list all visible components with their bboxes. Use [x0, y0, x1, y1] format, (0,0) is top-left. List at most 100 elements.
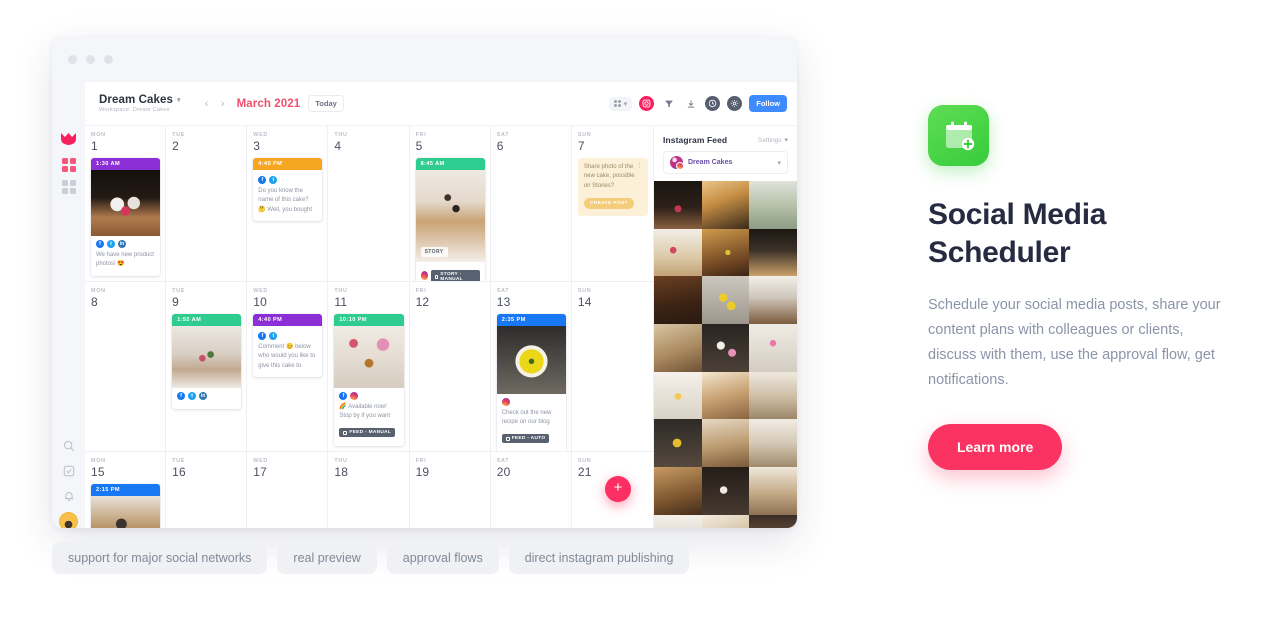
- grid-icon: [61, 157, 76, 172]
- day-cell-8[interactable]: MON 8: [85, 282, 167, 451]
- instagram-filter-button[interactable]: [639, 96, 655, 111]
- instagram-photo-tile[interactable]: [701, 324, 750, 372]
- day-of-week-label: WED: [253, 458, 268, 464]
- day-number: 16: [172, 465, 186, 479]
- sidebar-item-add-workspace[interactable]: [61, 179, 76, 194]
- more-options-icon[interactable]: ⋮: [637, 162, 644, 169]
- add-post-fab[interactable]: +: [605, 476, 631, 502]
- history-button[interactable]: [705, 96, 721, 111]
- follow-button[interactable]: Follow: [749, 95, 787, 112]
- instagram-photo-tile[interactable]: [701, 276, 750, 324]
- feature-tag[interactable]: approval flows: [386, 542, 499, 574]
- day-of-week-label: FRI: [415, 288, 427, 294]
- brand-logo-icon[interactable]: [60, 132, 77, 146]
- day-cell-5[interactable]: FRI 5 8:45 AM STORY STORY - MANUAL: [410, 126, 491, 281]
- instagram-photo-tile[interactable]: [654, 419, 702, 467]
- post-time: 1:30 AM: [91, 158, 161, 170]
- instagram-photo-tile[interactable]: [749, 324, 797, 372]
- day-of-week-label: THU: [334, 132, 348, 138]
- instagram-photo-tile[interactable]: [701, 419, 750, 468]
- instagram-photo-tile[interactable]: [749, 419, 797, 468]
- day-cell-1[interactable]: MON 1 1:30 AM f t in We have new product…: [85, 126, 167, 281]
- day-cell-17[interactable]: WED 17: [247, 452, 329, 528]
- day-cell-13[interactable]: SAT 13 2:35 PM Check out the new recipe …: [491, 282, 572, 451]
- day-of-week-label: THU: [334, 458, 348, 464]
- instagram-photo-tile[interactable]: [749, 371, 797, 420]
- view-mode-select[interactable]: ▾: [608, 96, 633, 111]
- workspace-switcher[interactable]: Dream Cakes ▾ Workspace: Dream Cakes: [99, 94, 181, 113]
- post-card[interactable]: 4:40 PM f t Comment 😊 below who would yo…: [253, 314, 323, 377]
- day-cell-10[interactable]: WED 10 4:40 PM f t Comment 😊 below who w…: [247, 282, 329, 451]
- day-cell-12[interactable]: FRI 12: [410, 282, 491, 451]
- post-card[interactable]: 4:40 PM f t Do you know the name of this…: [253, 158, 323, 221]
- window-maximize-dot[interactable]: [104, 54, 113, 64]
- today-button[interactable]: Today: [308, 95, 344, 112]
- post-card[interactable]: 2:15 PM: [91, 484, 161, 528]
- day-of-week-label: TUE: [172, 132, 186, 138]
- day-cell-6[interactable]: SAT 6: [491, 126, 572, 281]
- feature-tag[interactable]: real preview: [277, 542, 377, 574]
- post-card[interactable]: 10:10 PM f 🌈 Available now! Stop by if y…: [334, 314, 404, 446]
- day-cell-15[interactable]: MON 15 2:15 PM: [85, 452, 167, 528]
- post-card[interactable]: 2:35 PM Check out the new recipe on our …: [496, 314, 566, 451]
- day-cell-19[interactable]: FRI 19: [410, 452, 491, 528]
- feature-tag[interactable]: direct instagram publishing: [508, 542, 690, 574]
- day-cell-11[interactable]: THU 11 10:10 PM f 🌈 Available now! Stop …: [328, 282, 410, 451]
- chevron-down-icon: ▾: [176, 97, 181, 104]
- day-cell-16[interactable]: TUE 16: [166, 452, 248, 528]
- instagram-photo-tile[interactable]: [749, 228, 797, 277]
- instagram-photo-tile[interactable]: [654, 276, 702, 325]
- day-cell-14[interactable]: SUN 14: [572, 282, 653, 451]
- instagram-photo-tile[interactable]: [654, 371, 702, 420]
- feature-tag[interactable]: support for major social networks: [52, 542, 268, 574]
- window-close-dot[interactable]: [68, 54, 77, 64]
- feature-tag-list: support for major social networks real pr…: [52, 542, 690, 574]
- instagram-settings-button[interactable]: Settings ▾: [758, 136, 788, 145]
- window-minimize-dot[interactable]: [86, 54, 95, 64]
- twitter-icon: t: [269, 332, 278, 340]
- suggestion-card[interactable]: ⋮ Share photo of the new cake, possible …: [577, 158, 648, 216]
- instagram-photo-tile[interactable]: [654, 467, 702, 515]
- settings-button[interactable]: [727, 96, 743, 111]
- sidebar-item-dashboard[interactable]: [61, 157, 76, 172]
- learn-more-button[interactable]: Learn more: [928, 424, 1063, 471]
- day-of-week-label: SAT: [496, 458, 510, 464]
- day-cell-3[interactable]: WED 3 4:40 PM f t Do you know the name o…: [247, 126, 329, 281]
- day-cell-18[interactable]: THU 18: [328, 452, 410, 528]
- post-card[interactable]: 8:45 AM STORY STORY - MANUAL: [415, 158, 485, 281]
- create-post-button[interactable]: CREATE POST: [583, 197, 635, 209]
- day-cell-2[interactable]: TUE 2: [166, 126, 248, 281]
- post-image: STORY: [415, 170, 485, 262]
- instagram-photo-tile[interactable]: [701, 514, 750, 528]
- sidebar-item-notifications[interactable]: [61, 488, 76, 503]
- instagram-photo-tile[interactable]: [654, 324, 702, 372]
- instagram-account-select[interactable]: Dream Cakes ▾: [663, 151, 788, 174]
- instagram-photo-tile[interactable]: [749, 276, 797, 325]
- instagram-photo-tile[interactable]: [701, 228, 750, 277]
- next-month-button[interactable]: ›: [215, 98, 231, 110]
- sidebar-item-search[interactable]: [61, 438, 76, 453]
- instagram-photo-tile[interactable]: [701, 467, 750, 515]
- filter-button[interactable]: [661, 96, 676, 111]
- post-card[interactable]: 1:30 AM f t in We have new product photo…: [91, 158, 161, 276]
- instagram-photo-tile[interactable]: [701, 181, 750, 229]
- day-cell-4[interactable]: THU 4: [328, 126, 410, 281]
- instagram-photo-tile[interactable]: [749, 467, 797, 515]
- instagram-photo-tile[interactable]: [701, 371, 750, 420]
- instagram-photo-tile[interactable]: [654, 181, 702, 229]
- instagram-photo-tile[interactable]: [654, 228, 702, 277]
- post-text: Comment 😊 below who would you like to gi…: [258, 344, 316, 369]
- day-cell-7[interactable]: SUN 7 ⋮ Share photo of the new cake, pos…: [572, 126, 653, 281]
- avatar[interactable]: [59, 512, 78, 528]
- instagram-photo-tile[interactable]: [749, 514, 797, 528]
- instagram-photo-tile[interactable]: [749, 181, 797, 229]
- prev-month-button[interactable]: ‹: [199, 98, 215, 110]
- day-cell-9[interactable]: TUE 9 1:55 AM f t in: [166, 282, 248, 451]
- post-card[interactable]: 1:55 AM f t in: [172, 314, 242, 409]
- sidebar-item-tasks[interactable]: [61, 463, 76, 478]
- instagram-photo-tile[interactable]: [654, 514, 702, 528]
- post-image: [334, 326, 404, 388]
- download-button[interactable]: [683, 96, 698, 111]
- day-cell-20[interactable]: SAT 20: [491, 452, 572, 528]
- day-number: 11: [334, 295, 348, 309]
